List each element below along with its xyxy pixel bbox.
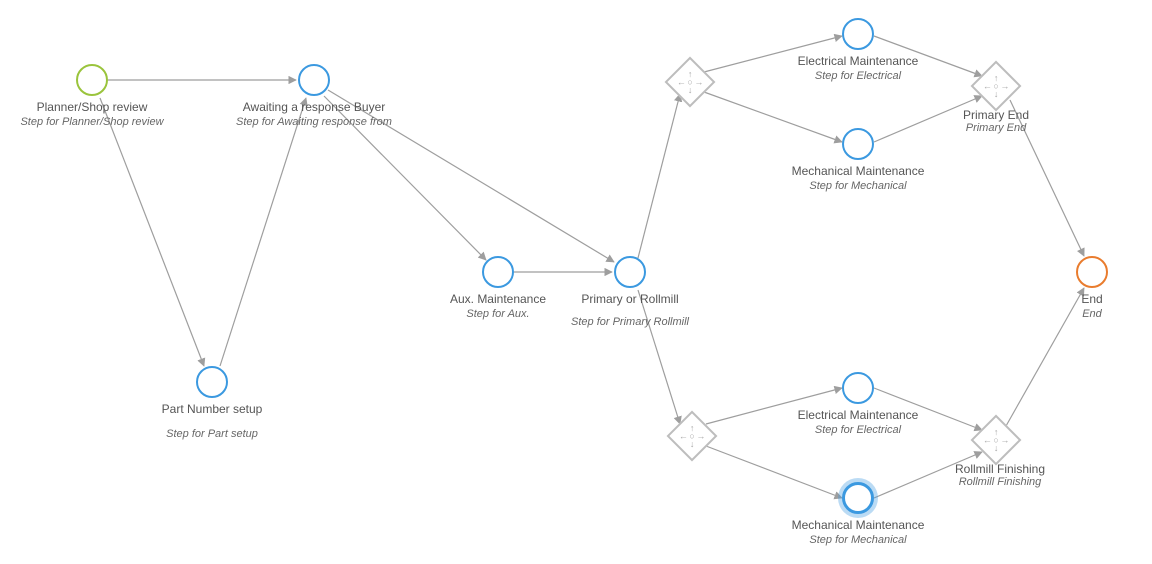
node-subtitle: Step for Planner/Shop review	[20, 116, 163, 130]
task-icon	[614, 256, 646, 288]
node-mechanical-maintenance-bottom[interactable]: Mechanical Maintenance Step for Mechanic…	[778, 482, 938, 548]
node-title: Planner/Shop review	[37, 100, 148, 114]
start-event-icon	[76, 64, 108, 96]
gateway-rollmill-finishing[interactable]: ↑← ○ →↓	[978, 422, 1014, 458]
task-icon	[482, 256, 514, 288]
node-subtitle: Step for Mechanical	[809, 180, 906, 194]
node-subtitle: Step for Electrical	[815, 70, 901, 84]
node-title: Mechanical Maintenance	[792, 164, 925, 178]
gateway-subtitle: Primary End	[916, 122, 1076, 135]
node-subtitle: End	[1082, 308, 1102, 322]
node-title: Electrical Maintenance	[798, 408, 919, 422]
node-subtitle: Step for Aux.	[466, 308, 529, 322]
node-end[interactable]: End End	[1012, 256, 1152, 322]
node-title: Aux. Maintenance	[450, 292, 546, 306]
gateway-title: Rollmill Finishing	[920, 462, 1080, 476]
gateway-split-bottom[interactable]: ↑← ○ →↓	[674, 418, 710, 454]
parallel-gateway-icon: ↑← ○ →↓	[971, 415, 1022, 466]
task-icon	[842, 18, 874, 50]
task-icon	[196, 366, 228, 398]
task-icon	[842, 372, 874, 404]
node-subtitle: Step for Part setup	[166, 428, 258, 442]
workflow-canvas: Planner/Shop review Step for Planner/Sho…	[0, 0, 1152, 564]
node-title: End	[1081, 292, 1102, 306]
node-awaiting-response-buyer[interactable]: Awaiting a response Buyer Step for Await…	[234, 64, 394, 130]
node-title: Electrical Maintenance	[798, 54, 919, 68]
gateway-subtitle: Rollmill Finishing	[920, 476, 1080, 489]
node-subtitle: Step for Mechanical	[809, 534, 906, 548]
node-title: Mechanical Maintenance	[792, 518, 925, 532]
node-title: Primary or Rollmill	[581, 292, 678, 306]
end-event-icon	[1076, 256, 1108, 288]
node-part-number-setup[interactable]: Part Number setup Step for Part setup	[132, 366, 292, 442]
gateway-split-top[interactable]: ↑← ○ →↓	[672, 64, 708, 100]
node-primary-or-rollmill[interactable]: Primary or Rollmill Step for Primary Rol…	[550, 256, 710, 330]
node-mechanical-maintenance-top[interactable]: Mechanical Maintenance Step for Mechanic…	[778, 128, 938, 194]
gateway-title: Primary End	[916, 108, 1076, 122]
task-icon	[842, 128, 874, 160]
node-title: Awaiting a response Buyer	[243, 100, 386, 114]
node-title: Part Number setup	[162, 402, 263, 416]
gateway-primary-end[interactable]: ↑← ○ →↓	[978, 68, 1014, 104]
parallel-gateway-icon: ↑← ○ →↓	[665, 57, 716, 108]
gateway-rollmill-finishing-label: Rollmill Finishing Rollmill Finishing	[920, 462, 1080, 490]
node-subtitle: Step for Awaiting response from	[236, 116, 392, 130]
parallel-gateway-icon: ↑← ○ →↓	[971, 61, 1022, 112]
task-icon	[298, 64, 330, 96]
node-subtitle: Step for Electrical	[815, 424, 901, 438]
parallel-gateway-icon: ↑← ○ →↓	[667, 411, 718, 462]
node-subtitle: Step for Primary Rollmill	[571, 316, 689, 330]
node-electrical-maintenance-bottom[interactable]: Electrical Maintenance Step for Electric…	[778, 372, 938, 438]
gateway-primary-end-label: Primary End Primary End	[916, 108, 1076, 136]
task-icon	[842, 482, 874, 514]
node-electrical-maintenance-top[interactable]: Electrical Maintenance Step for Electric…	[778, 18, 938, 84]
node-planner-shop-review[interactable]: Planner/Shop review Step for Planner/Sho…	[12, 64, 172, 130]
